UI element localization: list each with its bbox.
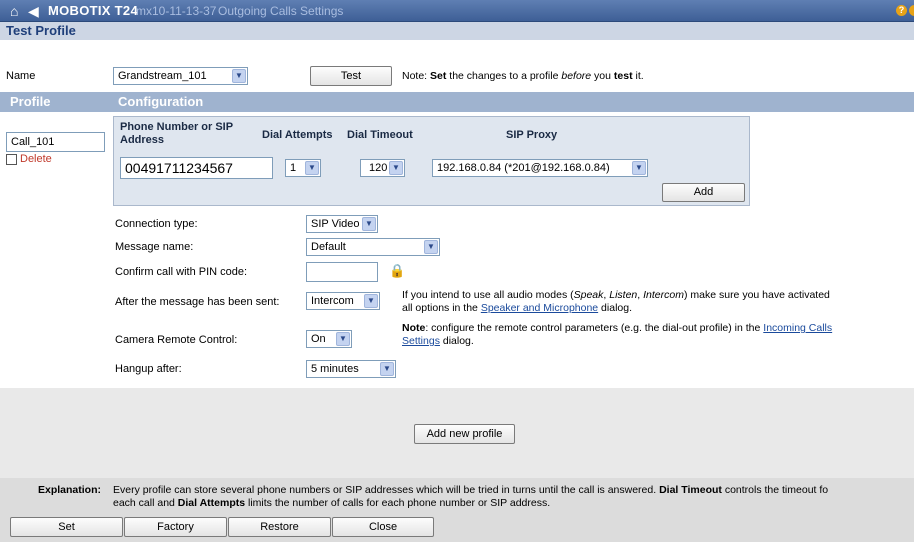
message-name-value: Default — [311, 241, 346, 253]
test-button[interactable]: Test — [310, 66, 392, 86]
pin-code-input[interactable] — [306, 262, 378, 282]
chevron-down-icon: ▼ — [362, 217, 376, 231]
sip-proxy-select[interactable]: 192.168.0.84 (*201@192.168.0.84) ▼ — [432, 159, 648, 177]
name-label: Name — [6, 70, 36, 82]
dial-attempts-select[interactable]: 1 ▼ — [285, 159, 321, 177]
dial-attempts-value: 1 — [290, 162, 297, 174]
home-icon[interactable]: ⌂ — [10, 3, 18, 19]
factory-button[interactable]: Factory — [124, 517, 227, 537]
connection-type-label: Connection type: — [115, 218, 198, 230]
connection-type-select[interactable]: SIP Video ▼ — [306, 215, 378, 233]
dial-timeout-select[interactable]: 120 ▼ — [360, 159, 405, 177]
hangup-select[interactable]: 5 minutes ▼ — [306, 360, 396, 378]
title-bar: ⌂ ◀ MOBOTIX T24 mx10-11-13-37 Outgoing C… — [0, 0, 914, 22]
chevron-down-icon: ▼ — [364, 294, 378, 308]
explanation-text: Every profile can store several phone nu… — [113, 484, 829, 509]
after-message-label: After the message has been sent: — [115, 296, 280, 308]
set-button[interactable]: Set — [10, 517, 123, 537]
col-phone-number: Phone Number or SIP Address — [120, 121, 233, 146]
lock-icon: 🔒 — [389, 263, 406, 278]
brand-title: MOBOTIX T24 — [48, 3, 138, 18]
sip-proxy-value: 192.168.0.84 (*201@192.168.0.84) — [437, 162, 610, 174]
speaker-microphone-link[interactable]: Speaker and Microphone — [481, 302, 598, 314]
after-message-select[interactable]: Intercom ▼ — [306, 292, 380, 310]
hangup-value: 5 minutes — [311, 363, 359, 375]
test-profile-select[interactable]: Grandstream_101 ▼ — [113, 67, 248, 85]
pin-code-label: Confirm call with PIN code: — [115, 266, 248, 278]
camera-remote-label: Camera Remote Control: — [115, 334, 238, 346]
restore-button[interactable]: Restore — [228, 517, 331, 537]
dial-timeout-value: 120 — [369, 162, 388, 174]
chevron-down-icon: ▼ — [336, 332, 350, 346]
camera-remote-value: On — [311, 333, 326, 345]
test-profile-header: Test Profile — [0, 22, 914, 40]
delete-checkbox[interactable] — [6, 154, 17, 165]
col-sip-proxy: SIP Proxy — [506, 129, 558, 141]
hangup-label: Hangup after: — [115, 363, 182, 375]
profile-header: Profile Configuration — [0, 92, 914, 112]
delete-label: Delete — [20, 153, 52, 165]
chevron-down-icon: ▼ — [232, 69, 246, 83]
audio-modes-note: If you intend to use all audio modes (Sp… — [402, 289, 830, 314]
phone-number-input[interactable]: 00491711234567 — [120, 157, 273, 179]
camera-remote-select[interactable]: On ▼ — [306, 330, 352, 348]
test-profile-title: Test Profile — [6, 23, 76, 38]
chevron-down-icon: ▼ — [380, 362, 394, 376]
close-button[interactable]: Close — [332, 517, 434, 537]
chevron-down-icon: ▼ — [305, 161, 319, 175]
profile-name-input[interactable]: Call_101 — [6, 132, 105, 152]
explanation-label: Explanation: — [38, 484, 102, 496]
incoming-calls-link[interactable]: Incoming Calls — [763, 322, 832, 334]
configuration-title: Configuration — [118, 94, 204, 109]
incoming-calls-settings-link[interactable]: Settings — [402, 335, 440, 347]
connection-type-value: SIP Video — [311, 218, 360, 230]
col-dial-timeout: Dial Timeout — [347, 129, 413, 141]
add-new-profile-button[interactable]: Add new profile — [414, 424, 515, 444]
add-button[interactable]: Add — [662, 183, 745, 202]
after-message-value: Intercom — [311, 295, 354, 307]
col-dial-attempts: Dial Attempts — [262, 129, 333, 141]
page-title: Outgoing Calls Settings — [218, 4, 344, 18]
chevron-down-icon: ▼ — [389, 161, 403, 175]
test-profile-select-value: Grandstream_101 — [118, 70, 207, 82]
chevron-down-icon: ▼ — [632, 161, 646, 175]
help-icon[interactable]: ? — [896, 5, 907, 16]
profile-title: Profile — [10, 94, 51, 109]
chevron-down-icon: ▼ — [424, 240, 438, 254]
message-name-label: Message name: — [115, 241, 194, 253]
test-note: Note: Set the changes to a profile befor… — [402, 70, 644, 82]
camera-name: mx10-11-13-37 — [136, 4, 217, 18]
back-arrow-icon[interactable]: ◀ — [28, 3, 39, 19]
status-icon[interactable] — [909, 5, 914, 16]
remote-control-note: Note: configure the remote control param… — [402, 322, 833, 347]
message-name-select[interactable]: Default ▼ — [306, 238, 440, 256]
